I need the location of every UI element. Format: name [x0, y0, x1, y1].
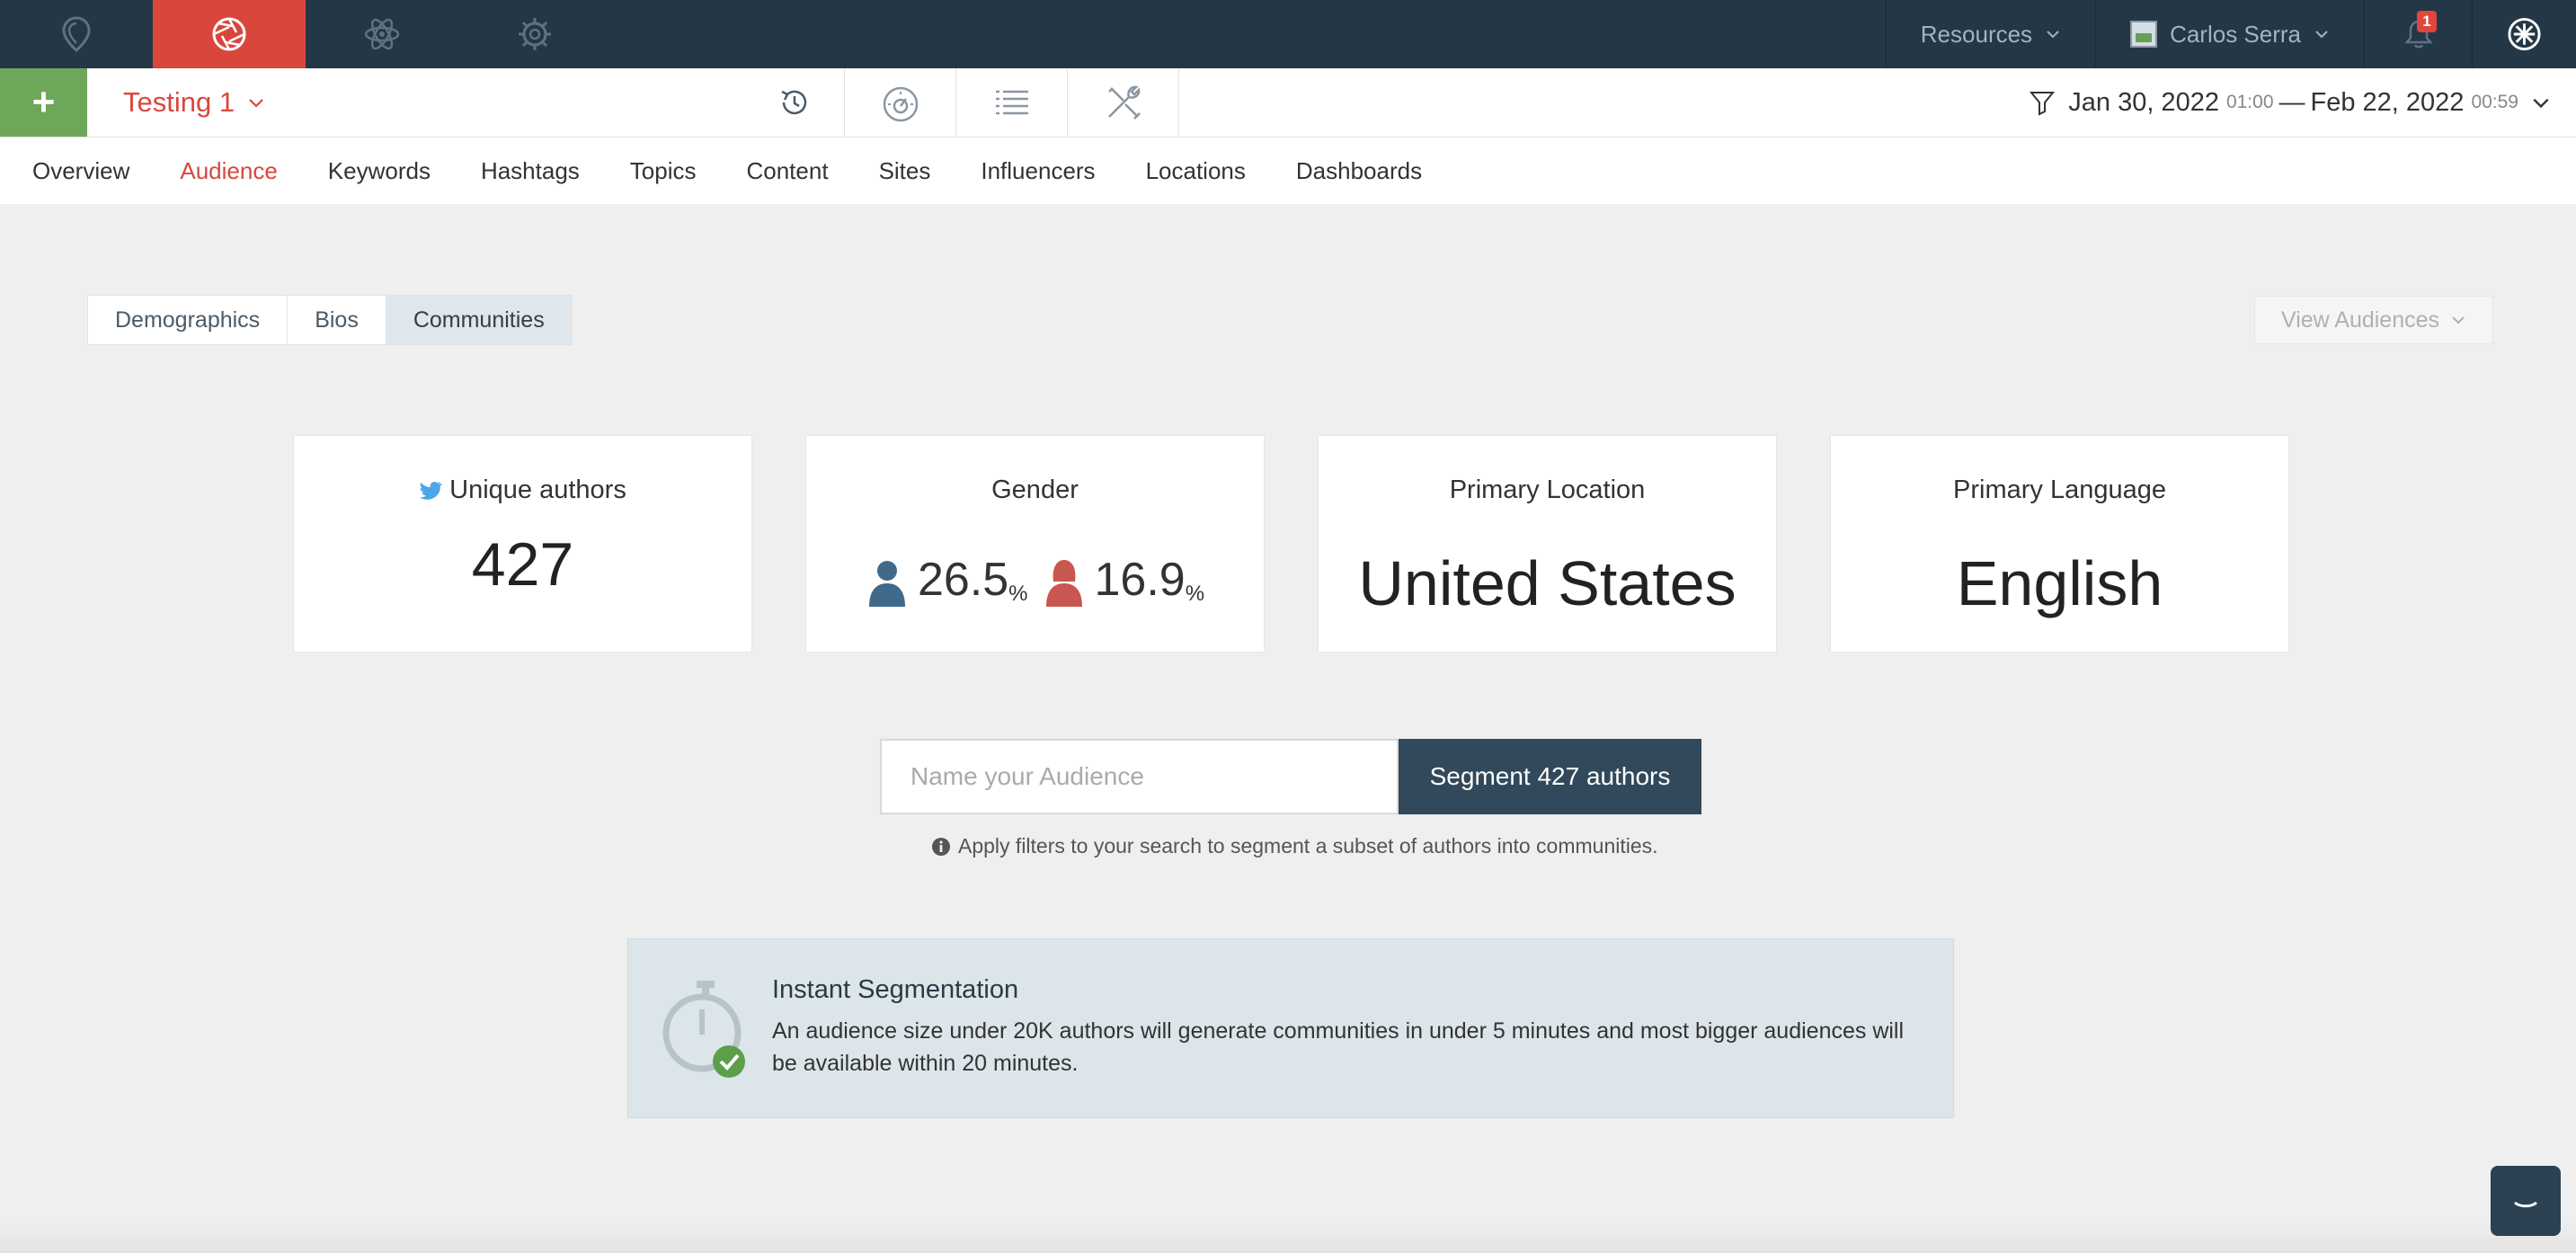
tab-overview[interactable]: Overview	[32, 157, 129, 185]
brand-logo-icon	[2508, 17, 2541, 51]
atom-icon	[364, 18, 400, 50]
time-start: 01:00	[2225, 92, 2274, 112]
brand-logo[interactable]	[2472, 0, 2576, 68]
dashboard-button[interactable]	[845, 68, 956, 137]
male-pct-sign: %	[1008, 582, 1028, 606]
tab-topics[interactable]: Topics	[630, 157, 697, 185]
primary-language-title: Primary Language	[1953, 475, 2166, 504]
gender-title: Gender	[991, 475, 1079, 504]
tools-icon	[1107, 85, 1141, 120]
footer-shadow	[0, 1217, 2576, 1253]
subtab-communities[interactable]: Communities	[385, 295, 573, 345]
settings-cog-icon	[519, 18, 551, 50]
date-range-picker[interactable]: Jan 30, 2022 01:00 — Feb 22, 2022 00:59	[2029, 68, 2551, 137]
chevron-down-icon	[2047, 31, 2059, 39]
tab-sites[interactable]: Sites	[879, 157, 931, 185]
segment-authors-button[interactable]: Segment 427 authors	[1399, 739, 1701, 814]
avatar	[2130, 21, 2158, 48]
segment-hint-text: Apply filters to your search to segment …	[958, 834, 1658, 858]
info-icon	[932, 837, 950, 856]
user-menu[interactable]: Carlos Serra	[2095, 0, 2364, 68]
app-switch-analyze[interactable]	[153, 0, 306, 68]
user-name: Carlos Serra	[2170, 20, 2301, 48]
twitter-icon	[420, 481, 442, 500]
notification-badge: 1	[2417, 11, 2437, 32]
tab-content[interactable]: Content	[746, 157, 828, 185]
female-icon	[1045, 560, 1082, 607]
primary-language-value: English	[1956, 548, 2163, 618]
unique-authors-title: Unique authors	[294, 475, 751, 505]
unique-authors-label: Unique authors	[449, 475, 626, 504]
stopwatch-icon	[662, 981, 745, 1078]
project-toolbar: + Testing 1 Jan 30, 2022 01:00 — Feb 22,…	[0, 68, 2576, 138]
list-icon	[995, 90, 1028, 115]
female-pct-sign: %	[1185, 582, 1205, 606]
list-button[interactable]	[956, 68, 1068, 137]
tab-dashboards[interactable]: Dashboards	[1296, 157, 1422, 185]
date-start: Jan 30, 2022	[2068, 87, 2219, 117]
app-switch-settings[interactable]	[458, 0, 611, 68]
subtab-bios[interactable]: Bios	[287, 295, 386, 345]
resources-menu[interactable]: Resources	[1885, 0, 2095, 68]
history-button[interactable]	[744, 68, 845, 137]
project-name: Testing 1	[123, 86, 235, 118]
notice-title: Instant Segmentation	[772, 975, 1019, 1004]
female-percentage: 16.9	[1094, 554, 1186, 606]
date-end: Feb 22, 2022	[2310, 87, 2465, 117]
aperture-icon	[212, 17, 246, 51]
section-tabs: Overview Audience Keywords Hashtags Topi…	[0, 138, 2576, 204]
top-navbar: Resources Carlos Serra 1	[0, 0, 2576, 68]
tab-hashtags[interactable]: Hashtags	[481, 157, 580, 185]
unique-authors-value: 427	[471, 530, 574, 599]
view-audiences-button[interactable]: View Audiences	[2254, 296, 2493, 344]
tab-influencers[interactable]: Influencers	[981, 157, 1095, 185]
chat-icon	[2514, 1201, 2537, 1208]
primary-location-title: Primary Location	[1449, 475, 1646, 504]
notice-text: An audience size under 20K authors will …	[772, 1018, 1905, 1076]
notifications-button[interactable]: 1	[2364, 0, 2472, 68]
unique-authors-card: Unique authors 427	[293, 435, 752, 653]
tools-button[interactable]	[1068, 68, 1179, 137]
resources-label: Resources	[1920, 20, 2033, 48]
primary-location-card: Primary Location United States	[1318, 435, 1777, 653]
audience-name-input[interactable]: Name your Audience	[880, 739, 1399, 814]
project-selector[interactable]: Testing 1	[123, 68, 265, 137]
instant-segmentation-notice: Instant Segmentation An audience size un…	[627, 938, 1954, 1118]
filter-icon	[2030, 92, 2056, 116]
view-audiences-label: View Audiences	[2280, 307, 2440, 333]
male-percentage: 26.5	[917, 554, 1009, 606]
subtab-demographics[interactable]: Demographics	[87, 295, 289, 345]
primary-language-card: Primary Language English	[1830, 435, 2289, 653]
app-switch-engage[interactable]	[306, 0, 458, 68]
audience-subtabs: Demographics Bios Communities	[87, 295, 573, 345]
primary-location-value: United States	[1358, 548, 1737, 618]
tab-audience[interactable]: Audience	[180, 157, 277, 185]
history-icon	[780, 90, 806, 115]
tool-buttons	[744, 68, 1179, 137]
tab-locations[interactable]: Locations	[1146, 157, 1246, 185]
male-icon	[868, 561, 905, 607]
gender-values: 26.5 % 16.9 %	[806, 553, 1264, 607]
chevron-down-icon	[2533, 98, 2549, 109]
gender-card: Gender 26.5 % 16.9 %	[805, 435, 1265, 653]
add-project-button[interactable]: +	[0, 68, 87, 137]
chevron-down-icon	[249, 99, 263, 108]
chat-button[interactable]	[2491, 1166, 2561, 1236]
chevron-down-icon	[2452, 316, 2465, 324]
time-end: 00:59	[2471, 92, 2518, 112]
chevron-down-icon	[2315, 31, 2328, 39]
app-switch-listen[interactable]	[0, 0, 153, 68]
location-pin-icon	[62, 16, 91, 52]
date-separator: —	[2278, 87, 2305, 117]
segment-hint: Apply filters to your search to segment …	[931, 834, 1658, 858]
tab-keywords[interactable]: Keywords	[328, 157, 431, 185]
speedometer-icon	[883, 86, 918, 122]
